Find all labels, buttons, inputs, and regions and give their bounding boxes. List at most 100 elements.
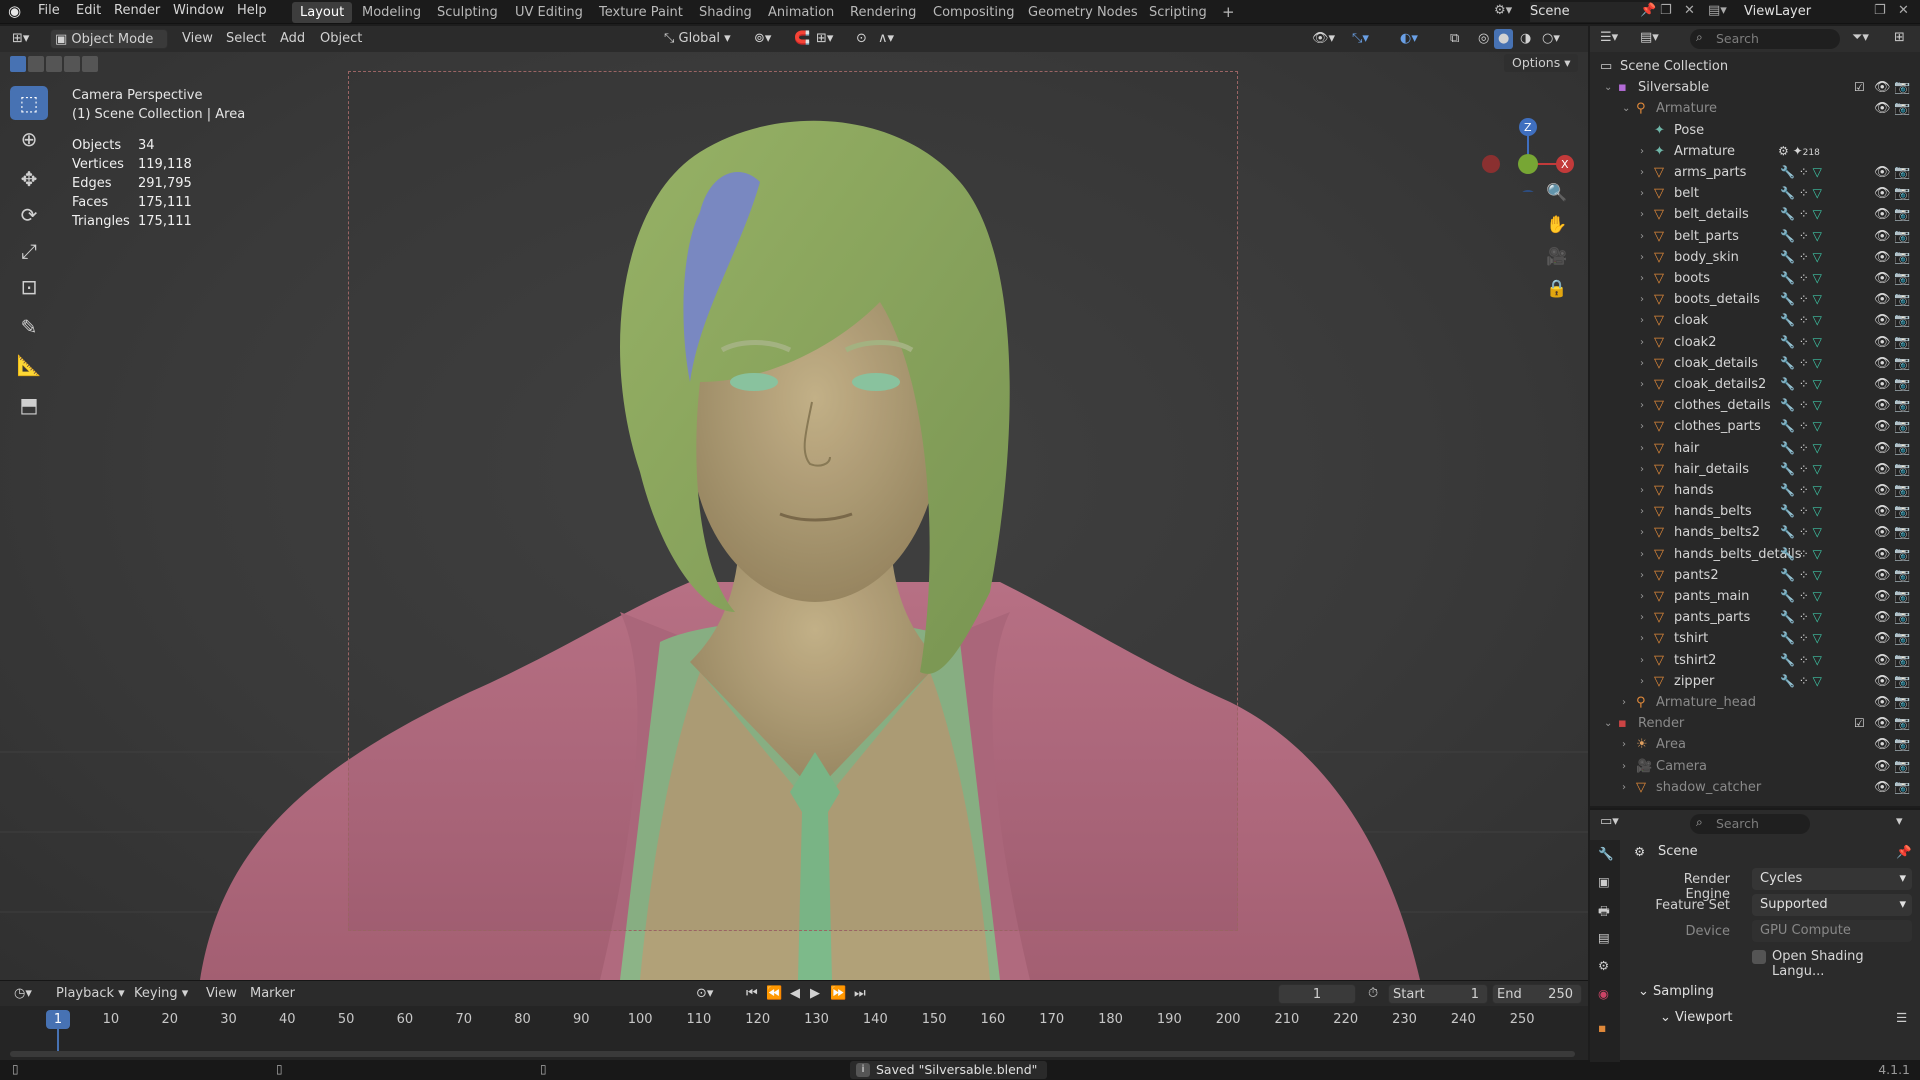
outliner-object-row[interactable]: › ▽ boots_details 🔧 ⁘ ▽ 👁 📷 — [1590, 289, 1920, 310]
outliner-object-row[interactable]: › ▽ hair 🔧 ⁘ ▽ 👁 📷 — [1590, 438, 1920, 459]
eye-icon[interactable]: 👁 — [1874, 183, 1891, 204]
eye-icon[interactable]: 👁 — [1874, 204, 1891, 225]
gizmo-neg-x-axis[interactable] — [1482, 155, 1500, 173]
eye-icon[interactable]: 👁 — [1874, 628, 1891, 649]
expand-arrow-icon[interactable]: › — [1640, 522, 1644, 543]
eye-icon[interactable]: 👁 — [1874, 289, 1891, 310]
outliner-object-row[interactable]: › ▽ hands_belts2 🔧 ⁘ ▽ 👁 📷 — [1590, 522, 1920, 543]
outliner-editor-icon[interactable]: ☰▾ — [1600, 30, 1618, 45]
viewport-subpanel-header[interactable]: ⌄ Viewport — [1660, 1010, 1733, 1025]
current-frame-field[interactable]: 1 — [1278, 984, 1356, 1004]
menu-file[interactable]: File — [38, 3, 60, 18]
scale-icon[interactable]: ⤢ — [10, 234, 48, 268]
jump-keyframe-forward-icon[interactable]: ⏩ — [826, 984, 850, 1004]
add-cube-icon[interactable]: ⬒ — [10, 388, 48, 422]
camera-row[interactable]: › 🎥 Camera 👁 📷 — [1590, 756, 1920, 777]
eye-icon[interactable]: 👁 — [1874, 374, 1891, 395]
select-subtract-icon[interactable] — [46, 56, 62, 72]
jump-start-icon[interactable]: ⏮ — [742, 984, 762, 1004]
outliner-object-row[interactable]: › ▽ boots 🔧 ⁘ ▽ 👁 📷 — [1590, 268, 1920, 289]
menu-playback[interactable]: Playback ▾ — [52, 984, 129, 1004]
annotate-icon[interactable]: ✎ — [10, 310, 48, 344]
eye-icon[interactable]: 👁 — [1874, 480, 1891, 501]
modifier-icons[interactable]: 🔧 ⁘ ▽ — [1780, 204, 1822, 225]
tab-texture-paint[interactable]: Texture Paint — [591, 2, 691, 23]
expand-arrow-icon[interactable]: › — [1640, 650, 1644, 671]
eye-icon[interactable]: 👁 — [1874, 98, 1891, 119]
outliner-object-row[interactable]: › ▽ belt_details 🔧 ⁘ ▽ 👁 📷 — [1590, 204, 1920, 225]
render-tab-icon[interactable]: ▣ — [1598, 874, 1610, 889]
timeline-scrollbar[interactable] — [10, 1051, 1575, 1057]
navigation-gizmo[interactable]: Z X — [1470, 82, 1580, 192]
visibility-icon[interactable]: 👁▾ — [1308, 29, 1339, 49]
tab-layout[interactable]: Layout — [292, 2, 353, 23]
expand-arrow-icon[interactable]: › — [1640, 162, 1644, 183]
outliner-object-row[interactable]: › ▽ belt 🔧 ⁘ ▽ 👁 📷 — [1590, 183, 1920, 204]
eye-icon[interactable]: 👁 — [1874, 77, 1891, 98]
delete-scene-icon[interactable]: ✕ — [1684, 3, 1695, 18]
camera-view-icon[interactable]: 🎥 — [1544, 244, 1570, 270]
expand-arrow-icon[interactable]: › — [1622, 692, 1626, 713]
scene-collection-row[interactable]: ▭ Scene Collection — [1590, 56, 1920, 77]
snap-icon[interactable]: 🧲 — [790, 29, 814, 49]
outliner-object-row[interactable]: › ▽ hair_details 🔧 ⁘ ▽ 👁 📷 — [1590, 459, 1920, 480]
collapse-arrow-icon[interactable]: ⌄ — [1604, 713, 1612, 734]
expand-arrow-icon[interactable]: › — [1622, 734, 1626, 755]
properties-options-icon[interactable]: ▾ — [1896, 814, 1903, 829]
modifier-icons[interactable]: 🔧 ⁘ ▽ — [1780, 480, 1822, 501]
new-view-layer-icon[interactable]: ❐ — [1874, 3, 1886, 18]
eye-icon[interactable]: 👁 — [1874, 459, 1891, 480]
outliner-object-row[interactable]: › ▽ clothes_details 🔧 ⁘ ▽ 👁 📷 — [1590, 395, 1920, 416]
camera-icon[interactable]: 📷 — [1894, 395, 1910, 416]
camera-icon[interactable]: 📷 — [1894, 628, 1910, 649]
expand-arrow-icon[interactable]: › — [1640, 204, 1644, 225]
eye-icon[interactable]: 👁 — [1874, 501, 1891, 522]
camera-icon[interactable]: 📷 — [1894, 289, 1910, 310]
modifier-icons[interactable]: 🔧 ⁘ ▽ — [1780, 628, 1822, 649]
expand-arrow-icon[interactable]: › — [1640, 353, 1644, 374]
move-icon[interactable]: ✥ — [10, 162, 48, 196]
modifier-icons[interactable]: 🔧 ⁘ ▽ — [1780, 353, 1822, 374]
outliner-object-row[interactable]: › ▽ cloak2 🔧 ⁘ ▽ 👁 📷 — [1590, 332, 1920, 353]
modifier-icons[interactable]: 🔧 ⁘ ▽ — [1780, 395, 1822, 416]
camera-icon[interactable]: 📷 — [1894, 162, 1910, 183]
eye-icon[interactable]: 👁 — [1874, 438, 1891, 459]
menu-view[interactable]: View — [178, 29, 217, 49]
camera-icon[interactable]: 📷 — [1894, 310, 1910, 331]
menu-add[interactable]: Add — [276, 29, 309, 49]
camera-icon[interactable]: 📷 — [1894, 332, 1910, 353]
camera-icon[interactable]: 📷 — [1894, 607, 1910, 628]
eye-icon[interactable]: 👁 — [1874, 607, 1891, 628]
modifier-icons[interactable]: 🔧 ⁘ ▽ — [1780, 268, 1822, 289]
area-light-row[interactable]: › ☀ Area 👁 📷 — [1590, 734, 1920, 755]
output-tab-icon[interactable]: 🖶 — [1598, 902, 1610, 923]
menu-timeline-view[interactable]: View — [202, 984, 241, 1004]
eye-icon[interactable]: 👁 — [1874, 310, 1891, 331]
camera-icon[interactable]: 📷 — [1894, 756, 1910, 777]
camera-icon[interactable]: 📷 — [1894, 98, 1910, 119]
tab-rendering[interactable]: Rendering — [842, 2, 924, 23]
outliner-object-row[interactable]: › ▽ hands_belts 🔧 ⁘ ▽ 👁 📷 — [1590, 501, 1920, 522]
shadow-catcher-row[interactable]: › ▽ shadow_catcher 👁 📷 — [1590, 777, 1920, 798]
eye-icon[interactable]: 👁 — [1874, 226, 1891, 247]
camera-icon[interactable]: 📷 — [1894, 438, 1910, 459]
delete-view-layer-icon[interactable]: ✕ — [1898, 3, 1909, 18]
select-invert-icon[interactable] — [64, 56, 80, 72]
falloff-icon[interactable]: ∧▾ — [874, 29, 898, 49]
start-frame-field[interactable]: Start 1 — [1388, 984, 1488, 1004]
expand-arrow-icon[interactable]: › — [1640, 416, 1644, 437]
expand-arrow-icon[interactable]: › — [1622, 756, 1626, 777]
outliner-object-row[interactable]: › ▽ tshirt 🔧 ⁘ ▽ 👁 📷 — [1590, 628, 1920, 649]
gizmo-y-axis[interactable] — [1518, 154, 1538, 174]
camera-icon[interactable]: 📷 — [1894, 204, 1910, 225]
outliner-object-row[interactable]: › ▽ cloak_details2 🔧 ⁘ ▽ 👁 📷 — [1590, 374, 1920, 395]
expand-arrow-icon[interactable]: › — [1640, 544, 1644, 565]
mode-selector[interactable]: ▣ Object Mode ▾ — [50, 29, 168, 67]
menu-edit[interactable]: Edit — [76, 3, 101, 18]
device-select[interactable]: GPU Compute — [1752, 920, 1912, 942]
render-engine-select[interactable]: Cycles ▾ — [1752, 868, 1912, 890]
tab-uv-editing[interactable]: UV Editing — [507, 2, 591, 23]
eye-icon[interactable]: 👁 — [1874, 353, 1891, 374]
tab-modeling[interactable]: Modeling — [354, 2, 429, 23]
modifier-icons[interactable]: 🔧 ⁘ ▽ — [1780, 310, 1822, 331]
